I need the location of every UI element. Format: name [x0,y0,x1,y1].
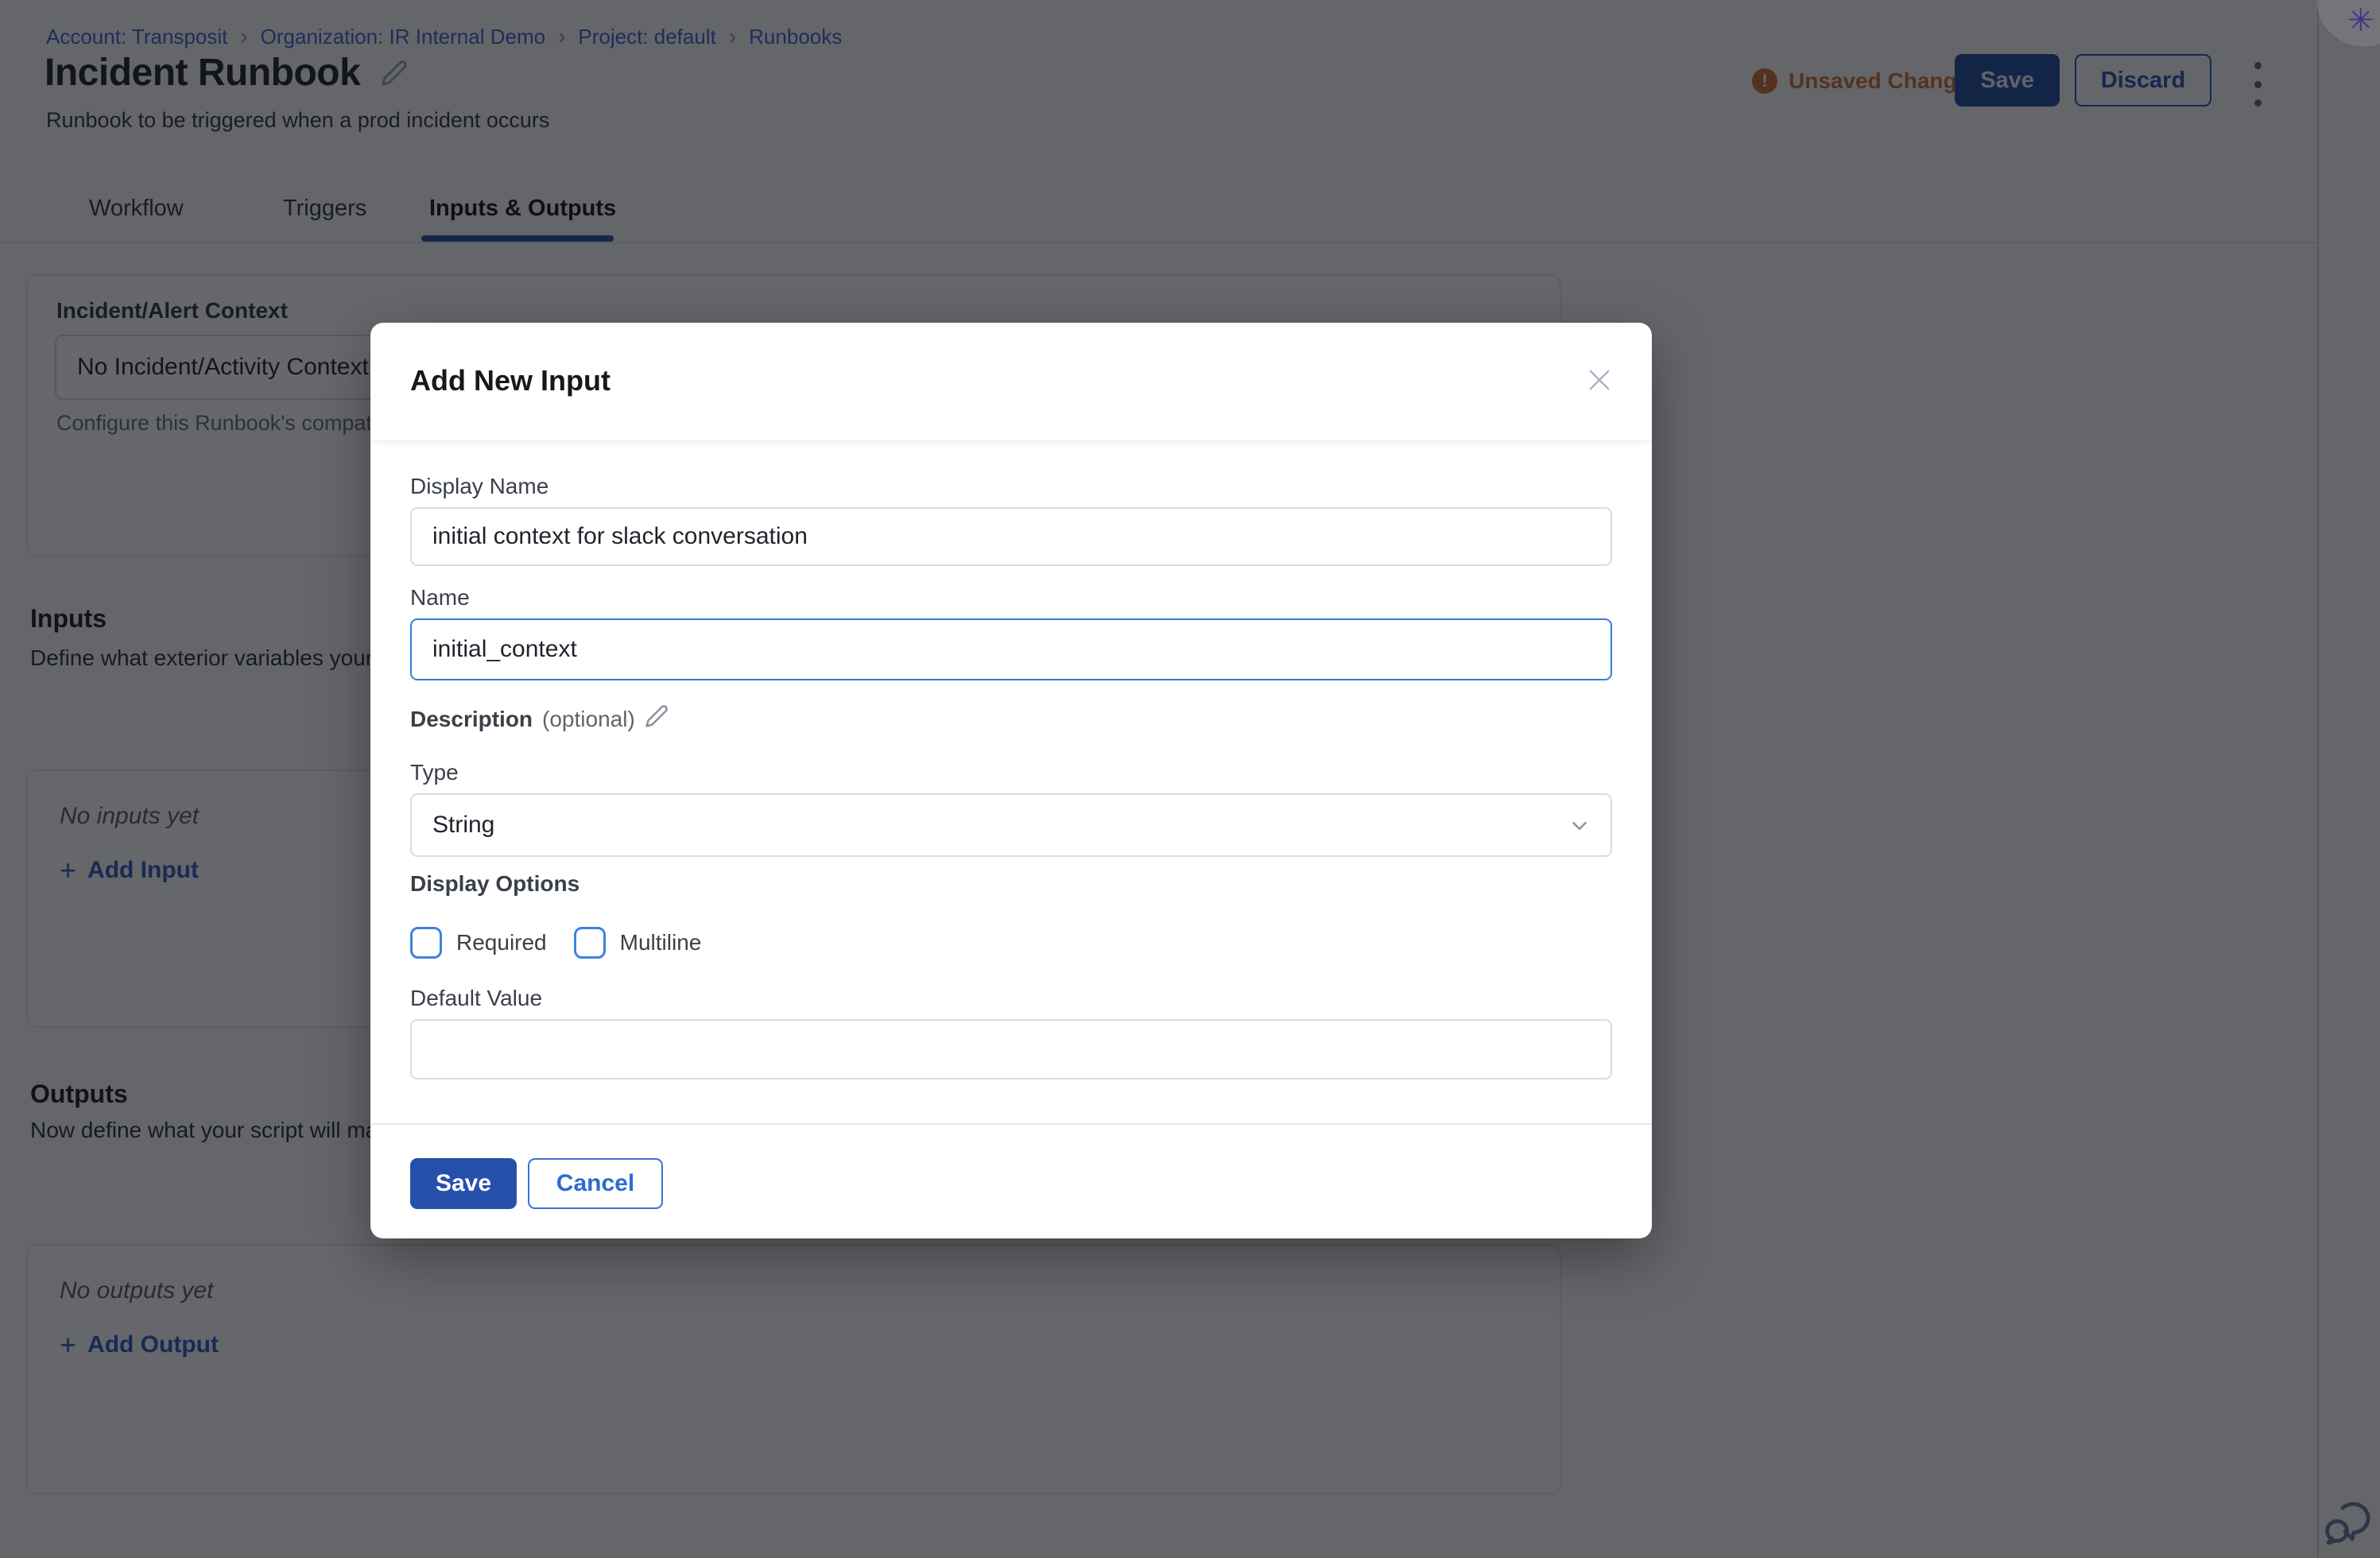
display-options-label: Display Options [410,871,579,897]
modal-header: Add New Input [370,323,1652,442]
description-optional-label: (optional) [542,707,635,732]
required-checkbox-group[interactable]: Required [410,927,547,959]
type-select[interactable]: String [410,793,1612,857]
type-select-value: String [432,812,494,839]
default-value-input[interactable] [410,1019,1612,1079]
chevron-down-icon [1568,814,1591,844]
chat-widget-icon[interactable] [2321,1499,2375,1550]
add-input-modal: Add New Input Display Name Name Descript… [370,323,1652,1238]
modal-title: Add New Input [410,364,611,397]
close-icon[interactable] [1583,364,1615,396]
type-label: Type [410,760,459,785]
required-label: Required [456,930,547,955]
display-name-label: Display Name [410,474,548,499]
multiline-checkbox[interactable] [574,927,606,959]
modal-footer-divider [370,1123,1652,1125]
multiline-label: Multiline [620,930,702,955]
modal-cancel-button[interactable]: Cancel [528,1158,663,1209]
name-label: Name [410,585,470,610]
app-window: Account: Transposit › Organization: IR I… [0,0,2380,1558]
modal-save-button[interactable]: Save [410,1158,517,1209]
name-input[interactable] [410,618,1612,680]
display-name-input[interactable] [410,507,1612,566]
default-value-label: Default Value [410,986,542,1011]
description-label: Description [410,707,533,732]
multiline-checkbox-group[interactable]: Multiline [574,927,702,959]
edit-description-pencil-icon[interactable] [645,704,669,734]
extension-flower-icon: ✳ [2347,2,2374,39]
required-checkbox[interactable] [410,927,442,959]
